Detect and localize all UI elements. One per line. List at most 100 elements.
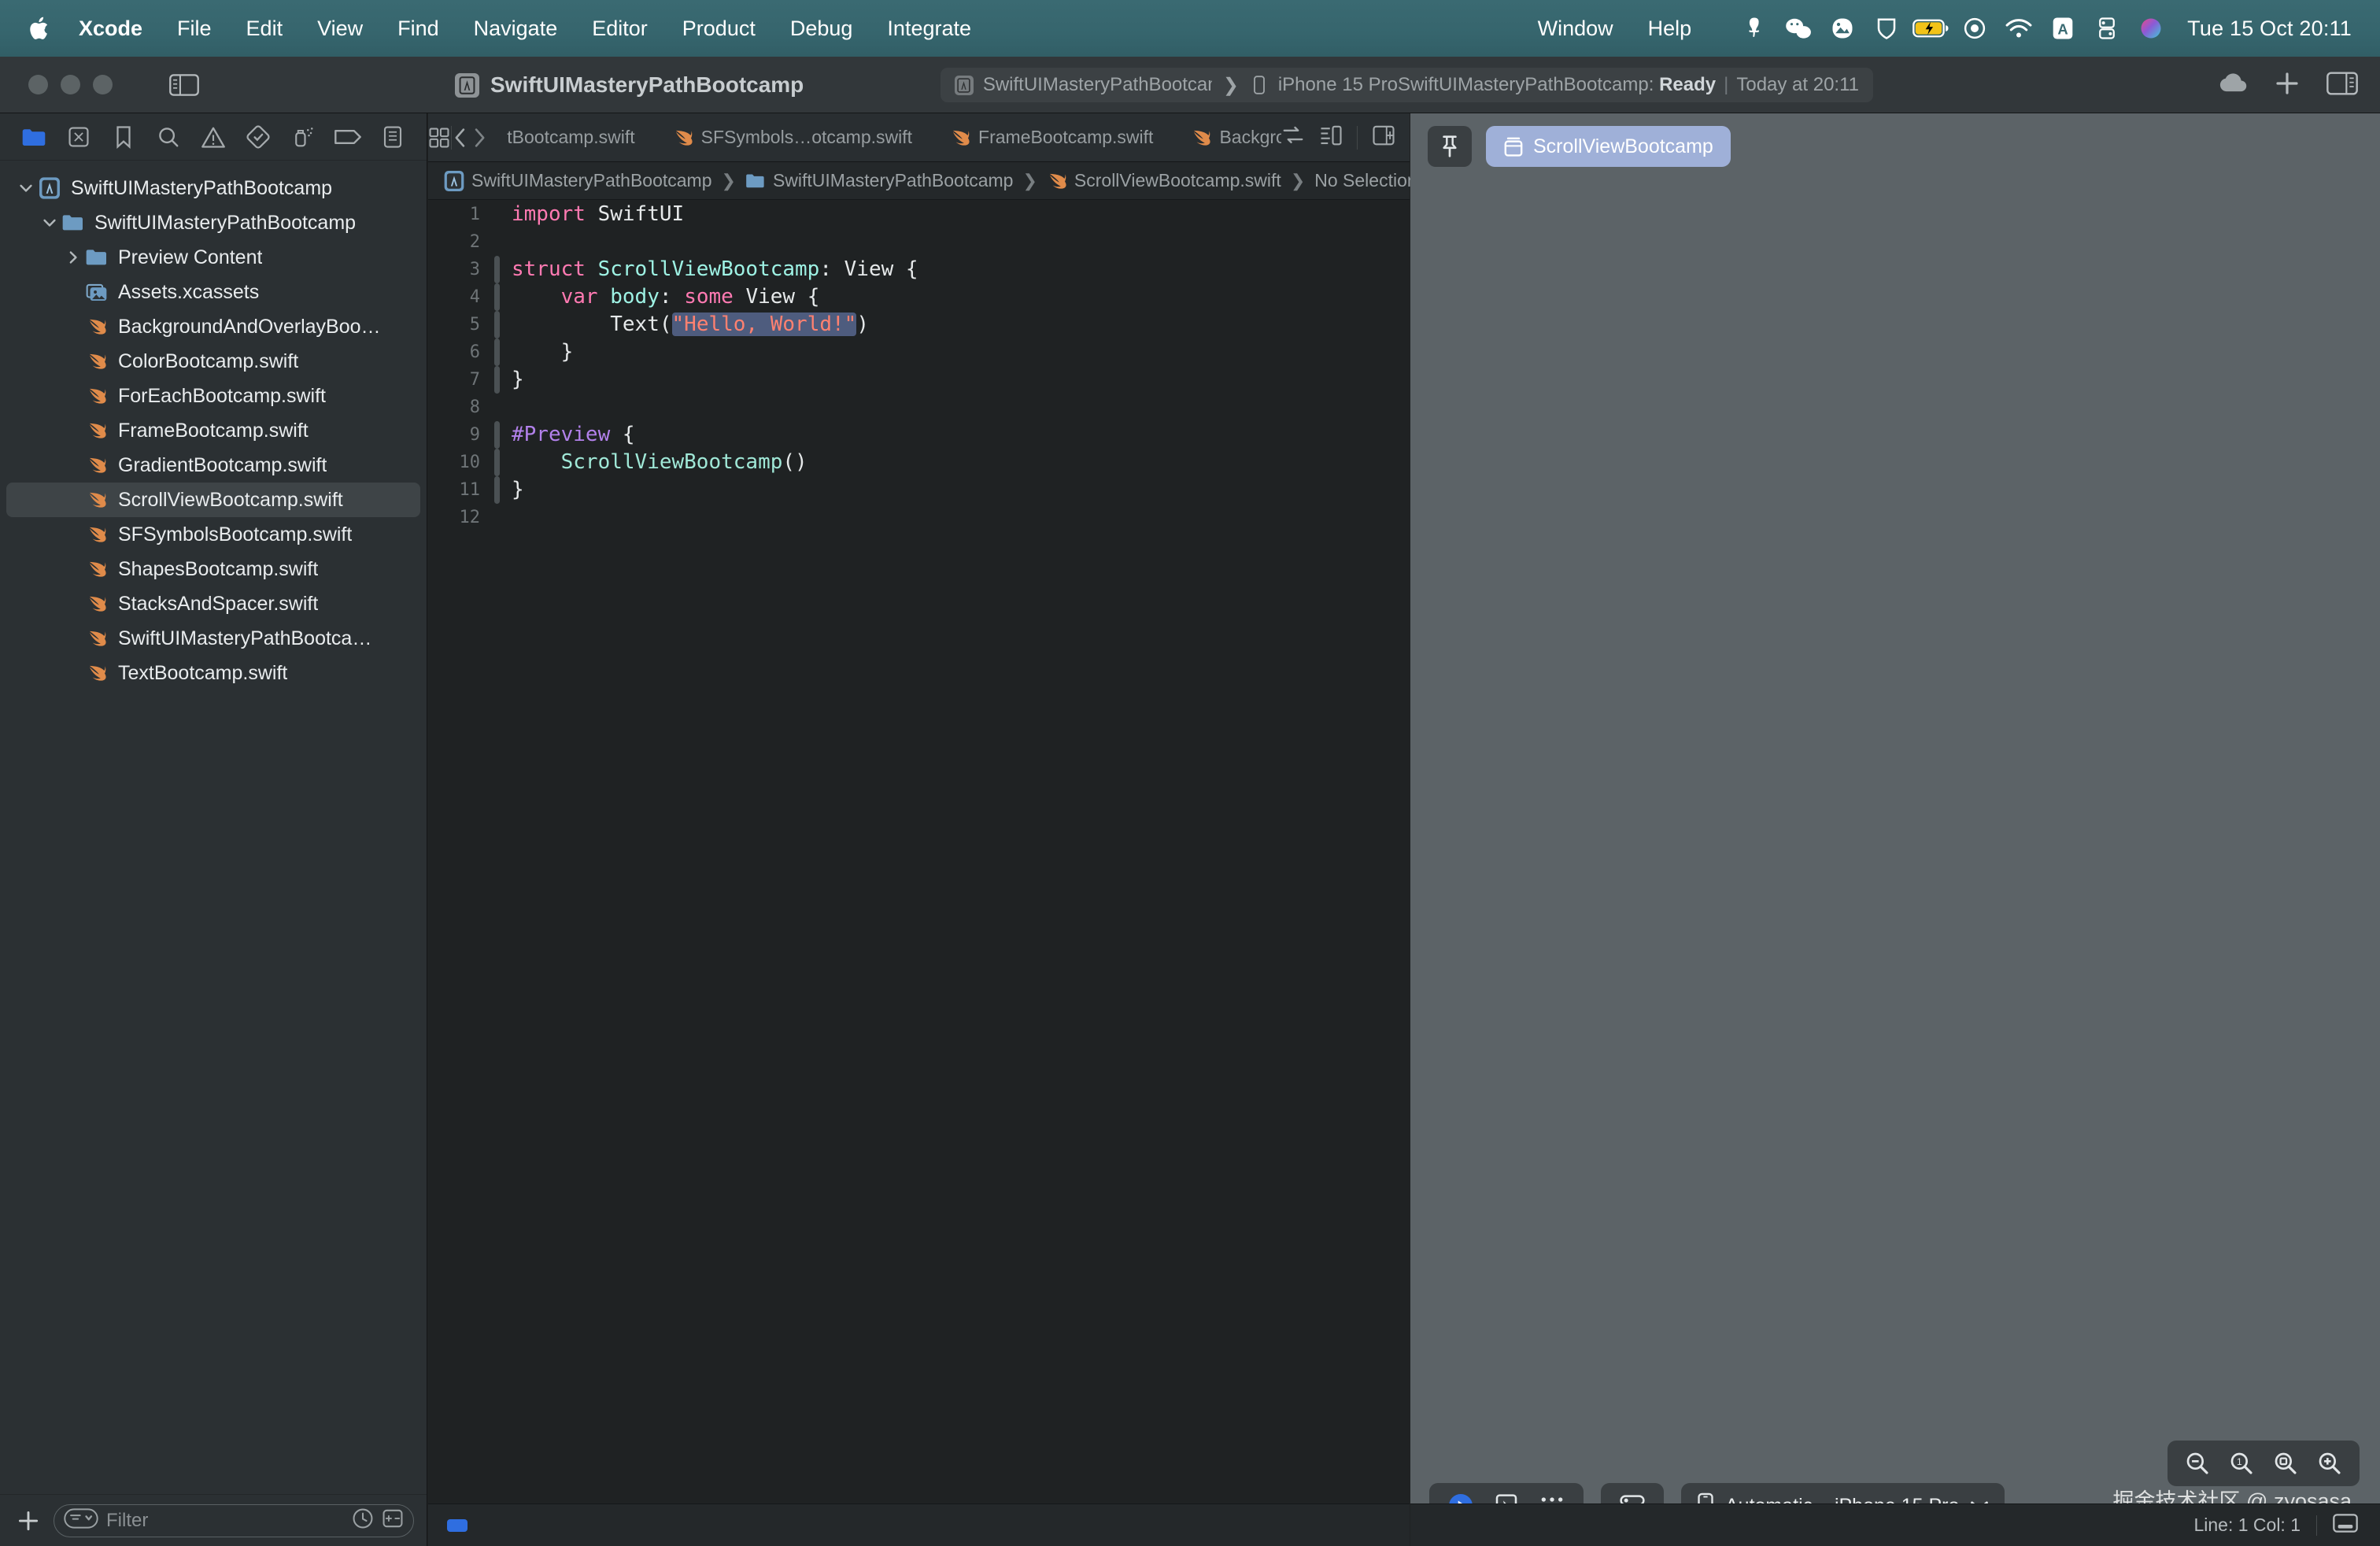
code-fold-ribbon[interactable]	[491, 338, 502, 366]
file-tree-row[interactable]: ForEachBootcamp.swift	[6, 379, 420, 413]
code-line[interactable]: 3struct ScrollViewBootcamp: View {	[428, 256, 1410, 283]
filter-input[interactable]: Filter	[54, 1504, 414, 1537]
code-fold-ribbon[interactable]	[491, 421, 502, 449]
breadcrumb-item[interactable]: ScrollViewBootcamp.swift	[1047, 170, 1281, 191]
issue-navigator-icon[interactable]	[190, 119, 235, 155]
add-file-button[interactable]	[13, 1505, 44, 1537]
filter-options-icon[interactable]	[64, 1508, 98, 1533]
source-code-area[interactable]: 1import SwiftUI23struct ScrollViewBootca…	[428, 201, 1410, 1503]
file-tree-row[interactable]: TextBootcamp.swift	[6, 656, 420, 690]
pin-icon[interactable]	[1428, 126, 1472, 167]
code-line[interactable]: 5 Text("Hello, World!")	[428, 311, 1410, 338]
cloud-icon[interactable]	[2218, 72, 2248, 98]
menu-item-editor[interactable]: Editor	[575, 18, 665, 39]
bookmark-navigator-icon[interactable]	[101, 119, 146, 155]
code-fold-ribbon[interactable]	[491, 449, 502, 476]
debug-navigator-icon[interactable]	[281, 119, 326, 155]
window-traffic-lights[interactable]	[0, 75, 113, 94]
source-control-filter-icon[interactable]	[382, 1507, 404, 1533]
related-items-icon[interactable]	[1281, 124, 1305, 151]
file-tree-row[interactable]: SwiftUIMasteryPathBootcamp	[6, 205, 420, 240]
code-fold-ribbon[interactable]	[491, 228, 502, 256]
chevron-right-icon[interactable]	[63, 247, 83, 268]
file-tree-row[interactable]: ShapesBootcamp.swift	[6, 552, 420, 586]
code-fold-ribbon[interactable]	[491, 201, 502, 228]
menu-item-integrate[interactable]: Integrate	[870, 18, 989, 39]
menu-item-navigate[interactable]: Navigate	[456, 18, 575, 39]
toolbar-status-area[interactable]: SwiftUIMasteryPathBootcam ❯ iPhone 15 Pr…	[941, 68, 1873, 102]
code-line[interactable]: 7}	[428, 366, 1410, 394]
minimap-toggle-icon[interactable]	[2333, 1514, 2358, 1537]
editor-tab[interactable]: tBootcamp.swift	[488, 113, 653, 162]
breadcrumb-item[interactable]: SwiftUIMasteryPathBootcamp	[444, 170, 712, 191]
breadcrumb-item[interactable]: No Selection	[1314, 170, 1417, 191]
minimap-grid-icon[interactable]	[428, 113, 451, 162]
menu-item-product[interactable]: Product	[665, 18, 773, 39]
wechat-icon[interactable]	[1776, 11, 1820, 46]
editor-tab[interactable]: FrameBootcamp.swift	[931, 113, 1172, 162]
menu-item-help[interactable]: Help	[1631, 18, 1709, 39]
input-source-a-icon[interactable]: A	[2041, 11, 2085, 46]
file-tree-row[interactable]: ScrollViewBootcamp.swift	[6, 483, 420, 517]
file-tree-row[interactable]: Assets.xcassets	[6, 275, 420, 309]
photos-icon[interactable]	[1820, 11, 1864, 46]
active-scheme[interactable]: SwiftUIMasteryPathBootcam	[983, 74, 1212, 96]
code-line[interactable]: 6 }	[428, 338, 1410, 366]
file-tree-row[interactable]: BackgroundAndOverlayBoo…	[6, 309, 420, 344]
file-tree-row[interactable]: SwiftUIMasteryPathBootcamp	[6, 171, 420, 205]
code-fold-ribbon[interactable]	[491, 504, 502, 531]
add-editor-right-icon[interactable]	[1372, 124, 1395, 151]
code-fold-ribbon[interactable]	[491, 394, 502, 421]
code-line[interactable]: 4 var body: some View {	[428, 283, 1410, 311]
juejin-icon[interactable]	[1732, 11, 1776, 46]
code-line[interactable]: 8	[428, 394, 1410, 421]
close-button[interactable]	[28, 75, 48, 94]
editor-tab[interactable]: Background…tcamp.swift	[1172, 113, 1281, 162]
menu-item-window[interactable]: Window	[1521, 18, 1631, 39]
menu-item-view[interactable]: View	[300, 18, 380, 39]
code-line[interactable]: 12	[428, 504, 1410, 531]
file-tree-row[interactable]: StacksAndSpacer.swift	[6, 586, 420, 621]
breakpoint-navigator-icon[interactable]	[326, 119, 371, 155]
menu-item-find[interactable]: Find	[380, 18, 456, 39]
chevron-down-icon[interactable]	[16, 178, 36, 198]
preview-variant-chip[interactable]: ScrollViewBootcamp	[1486, 126, 1731, 167]
apple-menu-icon[interactable]	[27, 15, 50, 42]
navigate-back-button[interactable]	[451, 113, 469, 162]
find-navigator-icon[interactable]	[146, 119, 190, 155]
report-navigator-icon[interactable]	[371, 119, 416, 155]
siri-icon[interactable]	[2129, 11, 2173, 46]
menu-item-xcode[interactable]: Xcode	[61, 18, 160, 39]
file-tree-row[interactable]: SFSymbolsBootcamp.swift	[6, 517, 420, 552]
code-line[interactable]: 1import SwiftUI	[428, 201, 1410, 228]
file-tree-row[interactable]: FrameBootcamp.swift	[6, 413, 420, 448]
editor-tab[interactable]: SFSymbols…otcamp.swift	[654, 113, 931, 162]
minimize-button[interactable]	[61, 75, 80, 94]
project-navigator-icon[interactable]	[11, 119, 56, 155]
test-navigator-icon[interactable]	[236, 119, 281, 155]
active-destination[interactable]: iPhone 15 Pro	[1278, 74, 1398, 96]
inspectors-toggle-icon[interactable]	[2326, 71, 2358, 100]
zoom-button[interactable]	[93, 75, 113, 94]
code-fold-ribbon[interactable]	[491, 283, 502, 311]
file-tree-row[interactable]: ColorBootcamp.swift	[6, 344, 420, 379]
code-line[interactable]: 11}	[428, 476, 1410, 504]
breadcrumb-item[interactable]: SwiftUIMasteryPathBootcamp	[745, 170, 1014, 191]
zoom-out-icon[interactable]	[2177, 1444, 2218, 1482]
recent-filter-icon[interactable]	[352, 1507, 374, 1533]
zoom-in-icon[interactable]	[2309, 1444, 2350, 1482]
zoom-fit-icon[interactable]	[2265, 1444, 2306, 1482]
code-fold-ribbon[interactable]	[491, 366, 502, 394]
file-tree-row[interactable]: Preview Content	[6, 240, 420, 275]
code-fold-ribbon[interactable]	[491, 311, 502, 338]
file-tree-row[interactable]: SwiftUIMasteryPathBootca…	[6, 621, 420, 656]
code-fold-ribbon[interactable]	[491, 476, 502, 504]
file-tree[interactable]: SwiftUIMasteryPathBootcampSwiftUIMastery…	[0, 161, 427, 1494]
source-control-navigator-icon[interactable]	[56, 119, 101, 155]
add-editor-icon[interactable]	[2275, 71, 2300, 100]
code-line[interactable]: 2	[428, 228, 1410, 256]
file-tree-row[interactable]: GradientBootcamp.swift	[6, 448, 420, 483]
sidebar-toggle-icon[interactable]	[169, 72, 199, 98]
battery-charging-icon[interactable]	[1909, 11, 1953, 46]
code-line[interactable]: 9#Preview {	[428, 421, 1410, 449]
